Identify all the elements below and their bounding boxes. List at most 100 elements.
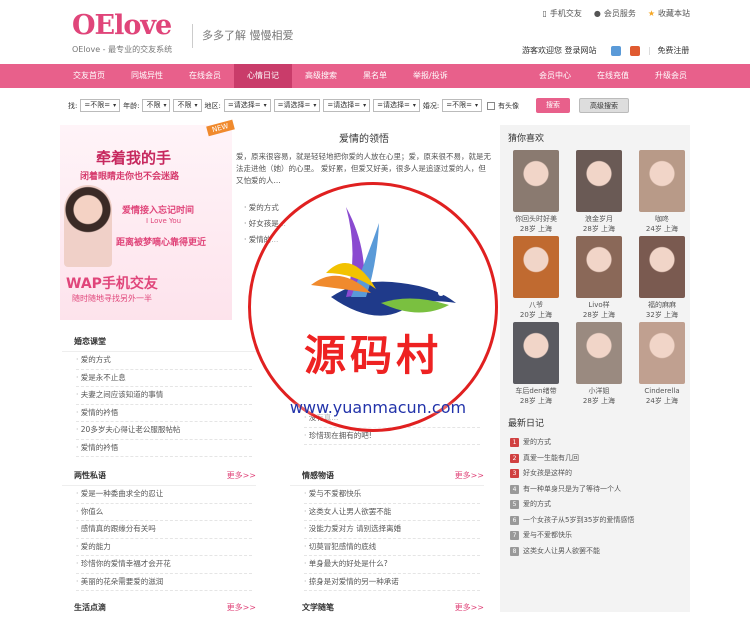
age-to-select[interactable]: 不限: [173, 99, 202, 112]
nav-blacklist[interactable]: 黑名单: [350, 64, 400, 88]
separator: |: [648, 46, 651, 55]
list-item[interactable]: 爱的方式: [76, 352, 252, 370]
age-from-select[interactable]: 不限: [142, 99, 171, 112]
list-item[interactable]: 没能力爱对方 请别选择离婚: [304, 521, 480, 539]
top-link-mobile[interactable]: ▯ 手机交友: [542, 8, 581, 19]
rank-number: 1: [510, 438, 519, 448]
member-avatar[interactable]: [513, 236, 559, 298]
list-item[interactable]: 切莫冒犯感情的底线: [304, 539, 480, 556]
member-card[interactable]: 车后den绪带 28岁 上海: [506, 322, 566, 406]
member-card[interactable]: Livo样 28岁 上海: [569, 236, 629, 320]
recent-item[interactable]: 8 这类女人让男人欲罢不能: [510, 544, 690, 560]
recent-item[interactable]: 4 有一种单身只是为了等待一个人: [510, 482, 690, 498]
nav-recharge[interactable]: 在线充值: [584, 64, 642, 88]
member-avatar[interactable]: [639, 236, 685, 298]
member-avatar[interactable]: [639, 150, 685, 212]
member-avatar[interactable]: [639, 322, 685, 384]
nav-member-center[interactable]: 会员中心: [526, 64, 584, 88]
nav-advanced-search[interactable]: 高级搜索: [292, 64, 350, 88]
list-item[interactable]: 爱情的衿悟: [76, 440, 252, 457]
nav-home[interactable]: 交友首页: [60, 64, 118, 88]
member-name[interactable]: 八爷: [506, 300, 566, 310]
list-item[interactable]: 美丽的花朵需要爱的滋润: [76, 574, 252, 591]
advanced-search-button[interactable]: 高级搜索: [578, 98, 629, 113]
member-card[interactable]: 咖咚 24岁 上海: [632, 150, 692, 234]
nav-upgrade[interactable]: 升级会员: [642, 64, 700, 88]
member-name[interactable]: 咖咚: [632, 214, 692, 224]
nav-local[interactable]: 同城异性: [118, 64, 176, 88]
area-select-1[interactable]: =请选择=: [223, 99, 271, 112]
member-avatar[interactable]: [576, 322, 622, 384]
register-link[interactable]: 免费注册: [657, 46, 689, 55]
age-from-value: 不限: [146, 101, 161, 109]
promo-banner[interactable]: 牵着我的手 闭着眼睛走你也不会迷路 爱情接入忘记时间 I Love You 距离…: [60, 119, 235, 320]
rank-number: 2: [510, 453, 519, 463]
nav-online[interactable]: 在线会员: [176, 64, 234, 88]
nav-report[interactable]: 举报/投诉: [400, 64, 461, 88]
member-name[interactable]: Livo样: [569, 300, 629, 310]
search-button[interactable]: 搜索: [535, 98, 570, 113]
list-item[interactable]: 掠身是对爱情的另一种承诺: [304, 574, 480, 591]
recent-item[interactable]: 5 爱的方式: [510, 497, 690, 513]
list-item[interactable]: 爱与不爱都快乐: [304, 486, 480, 504]
rank-number: 3: [510, 469, 519, 479]
recent-item[interactable]: 6 一个女孩子从5岁到35岁的爱情感悟: [510, 513, 690, 529]
list-item[interactable]: 爱是一种委曲求全的忍让: [76, 486, 252, 504]
weibo-login-icon[interactable]: [629, 45, 640, 56]
member-name[interactable]: 小洋姐: [569, 386, 629, 396]
more-link[interactable]: 更多>>: [227, 470, 256, 481]
list-item[interactable]: 20多岁夫心得让老公服服帖帖: [76, 422, 252, 440]
member-name[interactable]: 浪金岁月: [569, 214, 629, 224]
marriage-select[interactable]: =不限=: [442, 99, 482, 112]
member-card[interactable]: Cinderella 24岁 上海: [632, 322, 692, 406]
area-select-4[interactable]: =请选择=: [373, 99, 420, 112]
member-avatar[interactable]: [513, 322, 559, 384]
welcome-login-link[interactable]: 游客欢迎您 登录网站: [522, 46, 597, 55]
recent-item[interactable]: 2 真爱一生能有几回: [510, 451, 690, 467]
recent-item[interactable]: 7 爱与不爱都快乐: [510, 528, 690, 544]
banner-text-2: I Love You: [146, 217, 182, 225]
nav-diary[interactable]: 心情日记: [234, 64, 292, 88]
member-card[interactable]: 小洋姐 28岁 上海: [569, 322, 629, 406]
list-item[interactable]: 爱的能力: [76, 539, 252, 556]
featured-article: 爱情的领悟 爱，原来很容易，就是轻轻地把你爱的人放在心里；爱，原来很不易，就是无…: [236, 130, 492, 187]
list-item[interactable]: 爱情的衿悟: [76, 405, 252, 422]
recent-item-label: 这类女人让男人欲罢不能: [523, 546, 600, 555]
list-item[interactable]: 感情真的跟缘分有关吗: [76, 521, 252, 539]
more-link[interactable]: 更多>>: [227, 602, 256, 613]
article-title[interactable]: 爱情的领悟: [236, 130, 492, 145]
member-name[interactable]: 福的麻麻: [632, 300, 692, 310]
list-item[interactable]: 这类女人让男人欲罢不能: [304, 504, 480, 521]
recent-item[interactable]: 1 爱的方式: [510, 435, 690, 451]
qq-login-icon[interactable]: [611, 45, 622, 56]
recent-item[interactable]: 3 好女孩是这样的: [510, 466, 690, 482]
list-item[interactable]: 单身最大的好处是什么?: [304, 556, 480, 574]
logo[interactable]: OElove: [72, 10, 172, 41]
more-link[interactable]: 更多>>: [455, 602, 484, 613]
member-name[interactable]: Cinderella: [632, 386, 692, 396]
member-card[interactable]: 你回头时好美 28岁 上海: [506, 150, 566, 234]
rank-number: 8: [510, 546, 519, 556]
top-link-service[interactable]: ● 会员服务: [594, 8, 636, 19]
area-select-2[interactable]: =请选择=: [273, 99, 321, 112]
member-avatar[interactable]: [576, 236, 622, 298]
box-title: 情感物语: [302, 471, 334, 480]
phone-icon: ▯: [542, 9, 547, 18]
list-item[interactable]: 爱是永不止息: [76, 370, 252, 387]
list-item[interactable]: 夫妻之间应该知道的事情: [76, 387, 252, 405]
area-select-3[interactable]: =请选择=: [323, 99, 371, 112]
member-avatar[interactable]: [576, 150, 622, 212]
member-card[interactable]: 福的麻麻 32岁 上海: [632, 236, 692, 320]
member-name[interactable]: 你回头时好美: [506, 214, 566, 224]
banner-text-3: 距离被梦嘀心靠得更近: [116, 238, 207, 248]
list-item[interactable]: 珍惜你的爱情幸福才会开花: [76, 556, 252, 574]
member-avatar[interactable]: [513, 150, 559, 212]
member-card[interactable]: 浪金岁月 28岁 上海: [569, 150, 629, 234]
sex-select[interactable]: =不限=: [80, 99, 121, 112]
top-link-bookmark[interactable]: ★ 收藏本站: [648, 8, 690, 19]
list-item[interactable]: 你值么: [76, 504, 252, 521]
has-photo-checkbox[interactable]: [486, 101, 495, 110]
member-name[interactable]: 车后den绪带: [506, 386, 566, 396]
more-link[interactable]: 更多>>: [455, 470, 484, 481]
member-card[interactable]: 八爷 20岁 上海: [506, 236, 566, 320]
